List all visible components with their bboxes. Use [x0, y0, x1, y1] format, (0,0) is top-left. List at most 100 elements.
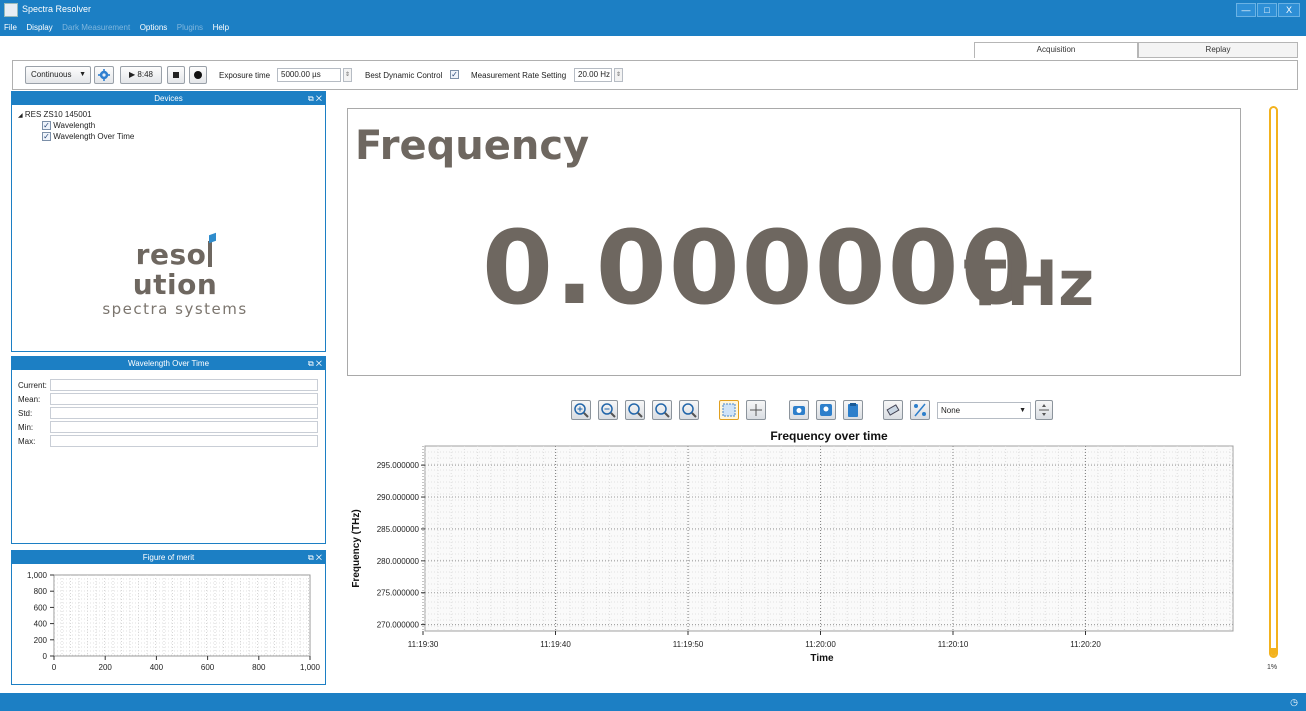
percent-button[interactable]	[910, 400, 930, 420]
camera-icon	[793, 406, 805, 415]
zoom-x-button[interactable]	[625, 400, 645, 420]
zoom-in-button[interactable]	[571, 400, 591, 420]
resolution-logo: reso ution spectra systems	[100, 232, 250, 318]
play-button[interactable]: ▶ 8:48	[120, 66, 162, 84]
x-tick-label: 11:19:40	[540, 640, 571, 649]
marker-icon	[820, 404, 832, 416]
maximize-button[interactable]: □	[1257, 3, 1277, 17]
frequency-readout: Frequency 0.000000 THz	[347, 108, 1241, 376]
record-button[interactable]	[189, 66, 207, 84]
fom-panel-title: Figure of merit	[142, 553, 195, 562]
pan-button[interactable]	[746, 400, 766, 420]
progress-label: 1%	[1267, 664, 1278, 671]
x-tick-label: 11:20:00	[805, 640, 836, 649]
select-region-icon	[722, 403, 736, 417]
logo-text-part1: reso	[135, 238, 207, 271]
menu-dark-measurement[interactable]: Dark Measurement	[58, 21, 133, 32]
settings-button[interactable]	[94, 66, 114, 84]
menu-options[interactable]: Options	[136, 21, 171, 32]
panel-float-close-icons[interactable]: ⧉ ✕	[308, 92, 322, 105]
panel-header: Figure of merit ⧉ ✕	[12, 551, 325, 564]
panel-float-close-icons[interactable]: ⧉ ✕	[308, 551, 322, 564]
title-bar: Spectra Resolver — □ X	[0, 0, 1306, 21]
tree-item-wavelength[interactable]: ✓ Wavelength	[42, 121, 95, 131]
rate-label: Measurement Rate Setting	[471, 71, 567, 80]
menu-bar: File Display Dark Measurement Options Pl…	[0, 21, 1306, 36]
split-icon	[1039, 404, 1049, 416]
tree-item-wavelength-over-time[interactable]: ✓ Wavelength Over Time	[42, 132, 135, 142]
split-button[interactable]	[1035, 400, 1053, 420]
logo-bar-icon	[208, 232, 217, 267]
logo-subtitle: spectra systems	[102, 300, 248, 318]
menu-display[interactable]: Display	[22, 21, 55, 32]
percent-icon	[914, 403, 926, 417]
panel-float-close-icons[interactable]: ⧉ ✕	[308, 357, 322, 370]
chevron-down-icon: ▼	[79, 71, 86, 78]
zoom-out-button[interactable]	[598, 400, 618, 420]
acquisition-toolbar: Continuous ▼ ▶ 8:48 Exposure time 5000.0…	[12, 60, 1298, 90]
x-tick-label: 11:19:30	[408, 640, 439, 649]
devices-panel-title: Devices	[154, 94, 183, 103]
stop-button[interactable]	[167, 66, 185, 84]
marker-button[interactable]	[816, 400, 836, 420]
fom-x-tick-label: 400	[150, 663, 164, 672]
fit-select[interactable]: None ▼	[937, 402, 1031, 419]
stat-std-field	[50, 407, 318, 419]
select-region-button[interactable]	[719, 400, 739, 420]
snapshot-button[interactable]	[789, 400, 809, 420]
tab-replay[interactable]: Replay	[1138, 42, 1298, 58]
wavelength-over-time-label: Wavelength Over Time	[53, 132, 135, 141]
wavelength-over-time-checkbox[interactable]: ✓	[42, 132, 51, 142]
zoom-in-icon	[574, 403, 589, 418]
device-label: RES ZS10 145001	[24, 110, 92, 119]
fom-x-tick-label: 0	[52, 663, 57, 672]
fom-y-tick-label: 1,000	[27, 571, 48, 580]
fom-y-tick-label: 0	[43, 652, 48, 661]
best-dynamic-label: Best Dynamic Control	[365, 71, 443, 80]
plot-area	[424, 445, 1234, 632]
x-tick-label: 11:20:20	[1070, 640, 1101, 649]
panel-header: Wavelength Over Time ⧉ ✕	[12, 357, 325, 370]
eraser-button[interactable]	[883, 400, 903, 420]
menu-help[interactable]: Help	[209, 21, 232, 32]
gear-icon	[98, 69, 110, 81]
stat-max-label: Max:	[18, 437, 36, 446]
rate-input[interactable]: 20.00 Hz	[574, 68, 612, 82]
stat-mean-label: Mean:	[18, 395, 41, 404]
fom-x-tick-label: 600	[201, 663, 215, 672]
readout-unit: THz	[964, 247, 1095, 320]
stat-min-field	[50, 421, 318, 433]
zoom-out-icon	[601, 403, 616, 418]
mode-select[interactable]: Continuous ▼	[25, 66, 91, 84]
progress-bar	[1269, 106, 1278, 658]
menu-plugins[interactable]: Plugins	[173, 21, 206, 32]
readout-value: 0.000000	[482, 209, 1034, 328]
zoom-x-icon	[628, 403, 643, 418]
fom-y-tick-label: 800	[34, 587, 48, 596]
close-button[interactable]: X	[1278, 3, 1300, 17]
best-dynamic-checkbox[interactable]: ✓	[450, 70, 459, 79]
clock-icon[interactable]: ◷	[1290, 697, 1298, 708]
tab-acquisition[interactable]: Acquisition	[974, 42, 1138, 58]
x-tick-label: 11:20:10	[938, 640, 969, 649]
tree-collapse-icon[interactable]: ◢	[18, 113, 23, 119]
exposure-spinner[interactable]: ⇕	[343, 68, 352, 82]
zoom-reset-button[interactable]	[679, 400, 699, 420]
fom-y-tick-label: 200	[34, 636, 48, 645]
tree-device-node[interactable]: ◢ RES ZS10 145001	[18, 110, 92, 119]
stat-max-field	[50, 435, 318, 447]
export-button[interactable]	[843, 400, 863, 420]
fom-x-tick-label: 1,000	[300, 663, 321, 672]
exposure-input[interactable]: 5000.00 µs	[277, 68, 341, 82]
wavelength-checkbox[interactable]: ✓	[42, 121, 51, 131]
zoom-reset-icon	[682, 403, 697, 418]
rate-spinner[interactable]: ⇕	[614, 68, 623, 82]
stop-icon	[173, 72, 179, 78]
exposure-label: Exposure time	[219, 71, 271, 80]
window-title: Spectra Resolver	[22, 4, 92, 14]
minimize-button[interactable]: —	[1236, 3, 1256, 17]
zoom-y-button[interactable]	[652, 400, 672, 420]
menu-file[interactable]: File	[0, 21, 20, 32]
figure-of-merit-plot: 1,000 800 600 400 200 00 200 400 600 800 1,000	[27, 571, 321, 672]
stat-min-label: Min:	[18, 423, 34, 432]
